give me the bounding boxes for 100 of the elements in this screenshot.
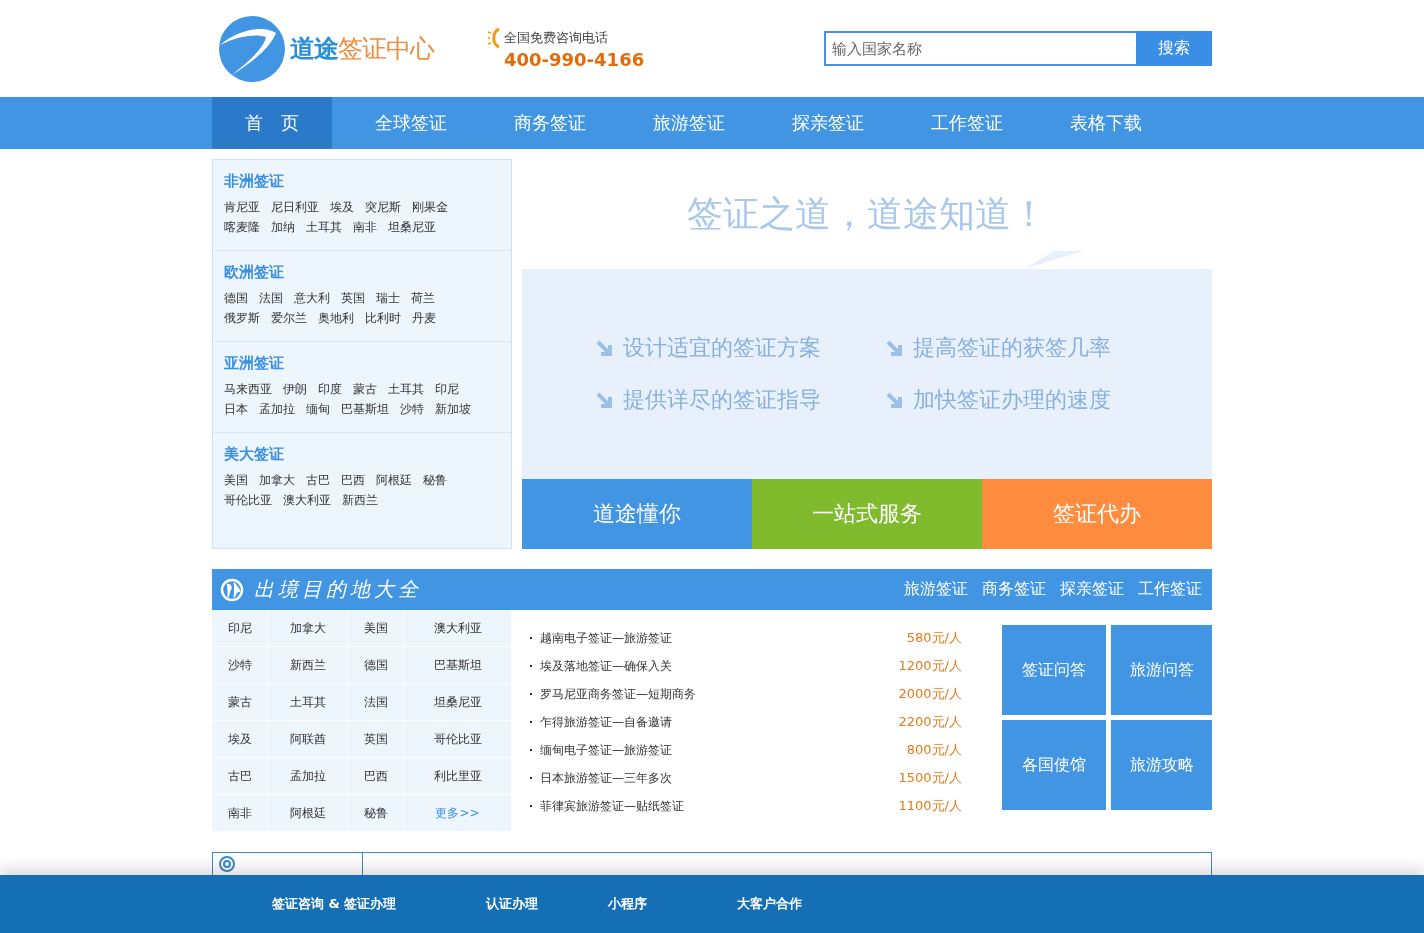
country-link[interactable]: 坦桑尼亚	[388, 219, 436, 236]
product-link[interactable]: 罗马尼亚商务签证—短期商务	[540, 685, 696, 703]
footer-link[interactable]: 认证办理	[486, 895, 539, 913]
arrow-icon	[885, 391, 903, 409]
country-link[interactable]: 蒙古	[353, 381, 377, 398]
destination-link[interactable]: 德国	[348, 647, 404, 684]
slogan-text: 加快签证办理的速度	[913, 386, 1111, 414]
slogan-text: 提高签证的获签几率	[913, 334, 1111, 362]
search-field[interactable]: 输入国家名称	[824, 31, 1136, 66]
site-logo-text: 道途签证中心	[290, 33, 434, 65]
destination-link[interactable]: 南非	[212, 795, 268, 832]
section-title: 出境目的地大全	[254, 576, 422, 603]
hotline-number: 400-990-4166	[504, 49, 645, 70]
country-link[interactable]: 美国	[224, 472, 248, 489]
destination-link[interactable]: 阿联酋	[268, 721, 348, 758]
product-link[interactable]: 埃及落地签证—确保入关	[540, 657, 672, 675]
slogan-text: 设计适宜的签证方案	[623, 334, 821, 362]
country-link[interactable]: 喀麦隆	[224, 219, 260, 236]
product-link[interactable]: 乍得旅游签证—自备邀请	[540, 713, 672, 731]
destination-link[interactable]: 印尼	[212, 610, 268, 647]
destination-link[interactable]: 秘鲁	[348, 795, 404, 832]
destination-link[interactable]: 新西兰	[268, 647, 348, 684]
country-link[interactable]: 土耳其	[306, 219, 342, 236]
logo-icon	[218, 14, 286, 83]
destination-link[interactable]: 古巴	[212, 758, 268, 795]
country-link[interactable]: 俄罗斯	[224, 310, 260, 327]
country-link[interactable]: 加拿大	[259, 472, 295, 489]
country-link[interactable]: 阿根廷	[376, 472, 412, 489]
destination-link[interactable]: 英国	[348, 721, 404, 758]
country-link[interactable]: 瑞士	[376, 290, 400, 307]
destination-link[interactable]: 蒙古	[212, 684, 268, 721]
destination-link[interactable]: 孟加拉	[268, 758, 348, 795]
nav-tab[interactable]: 首 页	[212, 97, 332, 149]
destination-link[interactable]: 坦桑尼亚	[404, 684, 512, 721]
country-link[interactable]: 丹麦	[412, 310, 436, 327]
country-link[interactable]: 意大利	[294, 290, 330, 307]
country-link[interactable]: 土耳其	[388, 381, 424, 398]
product-price: 1200元/人	[898, 657, 962, 675]
country-link[interactable]: 比利时	[365, 310, 401, 327]
country-link[interactable]: 澳大利亚	[283, 492, 331, 509]
product-price: 2200元/人	[898, 713, 962, 731]
product-link[interactable]: 越南电子签证—旅游签证	[540, 629, 672, 647]
footer-link[interactable]: 签证咨询 & 签证办理	[272, 895, 397, 913]
country-link[interactable]: 加纳	[271, 219, 295, 236]
destination-link[interactable]: 哥伦比亚	[404, 721, 512, 758]
country-link[interactable]: 哥伦比亚	[224, 492, 272, 509]
country-link[interactable]: 新西兰	[342, 492, 378, 509]
product-link[interactable]: 日本旅游签证—三年多次	[540, 769, 672, 787]
destination-link[interactable]: 加拿大	[268, 610, 348, 647]
footer-link[interactable]: 小程序	[608, 895, 648, 913]
product-price: 580元/人	[906, 629, 962, 647]
product-link[interactable]: 菲律宾旅游签证—贴纸签证	[540, 797, 684, 815]
destination-link[interactable]: 巴西	[348, 758, 404, 795]
country-link[interactable]: 孟加拉	[259, 401, 295, 418]
service-icon	[219, 856, 235, 872]
destination-link[interactable]: 沙特	[212, 647, 268, 684]
country-link[interactable]: 奥地利	[318, 310, 354, 327]
arrow-icon	[595, 391, 613, 409]
footer-link[interactable]: 大客户合作	[737, 895, 803, 913]
country-link[interactable]: 伊朗	[283, 381, 307, 398]
country-link[interactable]: 德国	[224, 290, 248, 307]
country-link[interactable]: 巴西	[341, 472, 365, 489]
destination-link[interactable]: 澳大利亚	[404, 610, 512, 647]
country-link[interactable]: 新加坡	[435, 401, 471, 418]
product-price: 1500元/人	[898, 769, 962, 787]
country-link[interactable]: 肯尼亚	[224, 199, 260, 216]
destination-link[interactable]: 埃及	[212, 721, 268, 758]
country-link[interactable]: 荷兰	[411, 290, 435, 307]
country-link[interactable]: 南非	[353, 219, 377, 236]
arrow-icon	[885, 339, 903, 357]
destination-link[interactable]: 阿根廷	[268, 795, 348, 832]
product-price: 1100元/人	[898, 797, 962, 815]
destination-link[interactable]: 法国	[348, 684, 404, 721]
product-price: 2000元/人	[898, 685, 962, 703]
country-link[interactable]: 尼日利亚	[271, 199, 319, 216]
country-link[interactable]: 秘鲁	[423, 472, 447, 489]
arrow-icon	[595, 339, 613, 357]
country-link[interactable]: 巴基斯坦	[341, 401, 389, 418]
destination-link[interactable]: 土耳其	[268, 684, 348, 721]
destination-link[interactable]: 利比里亚	[404, 758, 512, 795]
country-link[interactable]: 缅甸	[306, 401, 330, 418]
country-link[interactable]: 马来西亚	[224, 381, 272, 398]
product-price: 800元/人	[906, 741, 962, 759]
slogan-text: 提供详尽的签证指导	[623, 386, 821, 414]
country-link[interactable]: 埃及	[330, 199, 354, 216]
country-link[interactable]: 日本	[224, 401, 248, 418]
country-link[interactable]: 英国	[341, 290, 365, 307]
hero-title: 签证之道，道途知道！	[687, 191, 1047, 236]
country-link[interactable]: 古巴	[306, 472, 330, 489]
country-link[interactable]: 印度	[318, 381, 342, 398]
product-link[interactable]: 缅甸电子签证—旅游签证	[540, 741, 672, 759]
hotline-label: 全国免费咨询电话	[504, 29, 608, 47]
country-link[interactable]: 爱尔兰	[271, 310, 307, 327]
destination-link[interactable]: 巴基斯坦	[404, 647, 512, 684]
country-link[interactable]: 刚果金	[412, 199, 448, 216]
destination-link[interactable]: 美国	[348, 610, 404, 647]
country-link[interactable]: 法国	[259, 290, 283, 307]
country-link[interactable]: 突尼斯	[365, 199, 401, 216]
country-link[interactable]: 印尼	[435, 381, 459, 398]
country-link[interactable]: 沙特	[400, 401, 424, 418]
